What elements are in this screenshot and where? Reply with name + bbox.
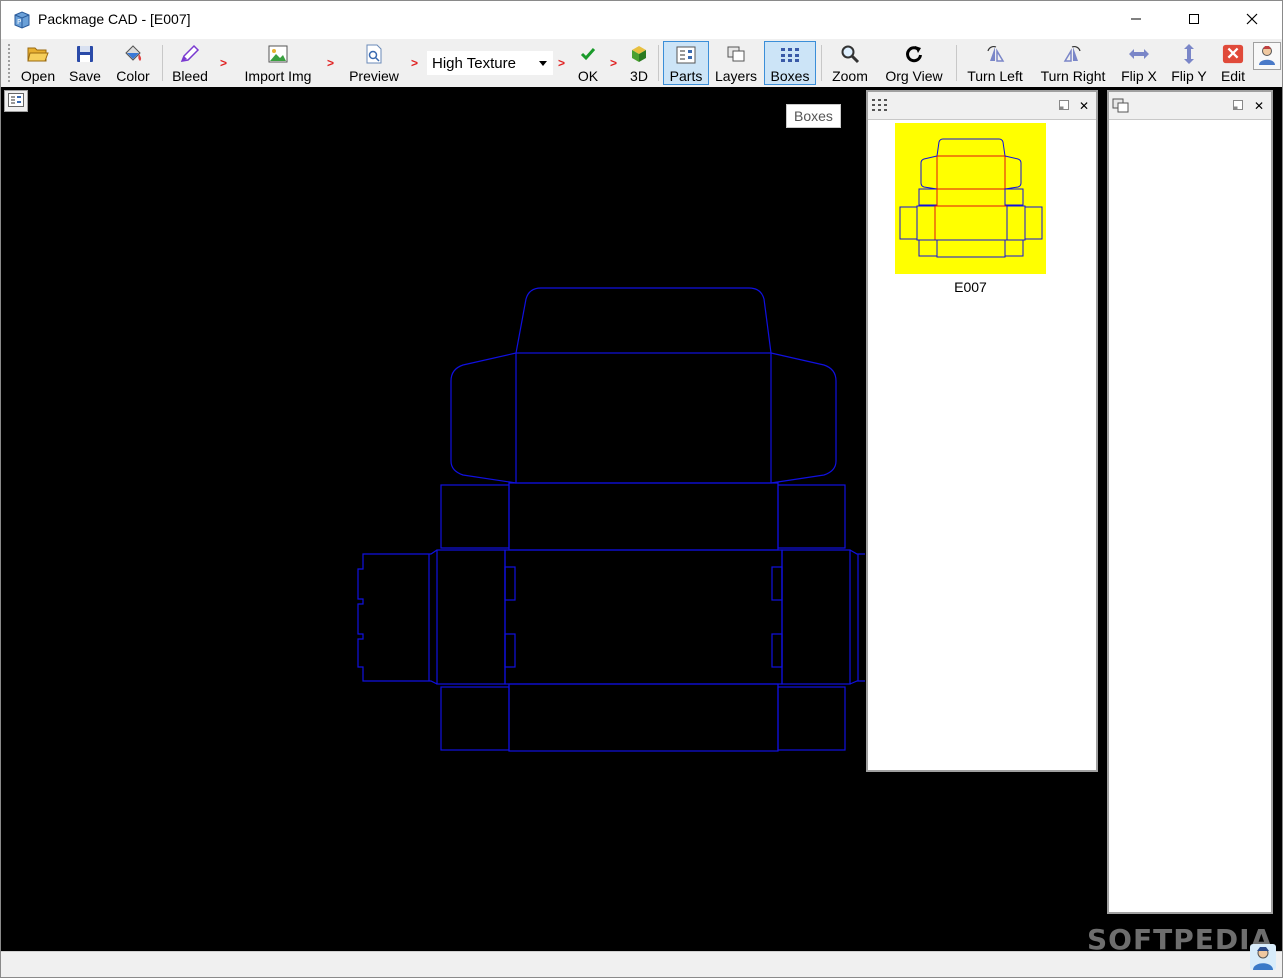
minimize-icon	[1130, 12, 1142, 28]
box-thumbnail-e007[interactable]	[895, 123, 1046, 274]
image-import-icon	[267, 43, 289, 65]
minimize-button[interactable]	[1107, 1, 1165, 39]
rotate-left-icon	[984, 43, 1006, 65]
bleed-button[interactable]: Bleed	[169, 41, 211, 85]
step-arrow: >	[558, 56, 566, 70]
turn-left-button[interactable]: Turn Left	[963, 41, 1027, 85]
boxes-grid-icon	[871, 98, 889, 112]
org-view-button[interactable]: Org View	[881, 41, 947, 85]
open-button[interactable]: Open	[17, 41, 59, 85]
boxes-panel-header[interactable]: ✕	[868, 92, 1096, 120]
pencil-bleed-icon	[179, 43, 201, 65]
box-thumbnail-drawing	[899, 138, 1043, 258]
step-arrow: >	[610, 56, 618, 70]
dieline-lid-panel	[515, 352, 772, 484]
step-arrow: >	[327, 56, 335, 70]
rotate-right-icon	[1062, 43, 1084, 65]
packmage-app-icon: P	[12, 10, 32, 30]
toolbar-separator	[162, 45, 163, 81]
dieline-lid-left-flap	[450, 352, 517, 484]
import-img-button[interactable]: Import Img	[237, 41, 319, 85]
color-button[interactable]: Color	[111, 41, 155, 85]
dieline-lid-right-flap	[770, 352, 837, 484]
dieline-front-right-ear	[777, 686, 846, 751]
flip-vertical-icon	[1178, 43, 1200, 65]
layers-stack-icon	[725, 43, 747, 65]
maximize-icon	[1188, 12, 1200, 28]
dieline-slot	[771, 566, 783, 601]
user-profile-button[interactable]	[1253, 42, 1281, 70]
dieline-base-panel	[504, 549, 783, 685]
chevron-down-icon	[539, 61, 547, 66]
float-window-icon	[1232, 99, 1244, 113]
ok-button[interactable]: OK	[573, 41, 603, 85]
boxes-button[interactable]: Boxes	[764, 41, 816, 85]
boxes-panel: ✕ E007	[866, 90, 1098, 772]
flip-x-button[interactable]: Flip X	[1117, 41, 1161, 85]
parts-button[interactable]: Parts	[663, 41, 709, 85]
main-toolbar: Open Save Color Bleed > Import Img > Pre…	[1, 39, 1282, 121]
3d-button[interactable]: 3D	[625, 41, 653, 85]
close-icon	[1246, 12, 1258, 28]
svg-text:P: P	[17, 18, 21, 26]
close-window-button[interactable]	[1223, 1, 1281, 39]
boxes-panel-close-button[interactable]: ✕	[1077, 99, 1091, 113]
cube-3d-icon	[628, 43, 650, 65]
maximize-button[interactable]	[1165, 1, 1223, 39]
title-bar[interactable]: P Packmage CAD - [E007]	[1, 1, 1282, 39]
toolbar-separator	[821, 45, 822, 81]
toolbar-separator	[658, 45, 659, 81]
dieline-back-right-ear	[777, 484, 846, 549]
preview-button[interactable]: Preview	[344, 41, 404, 85]
refresh-org-view-icon	[903, 43, 925, 65]
checkmark-icon	[577, 43, 599, 65]
layers-panel: ✕	[1107, 90, 1273, 914]
toolbar-grip[interactable]	[7, 43, 11, 83]
dieline-left-side-wall	[436, 549, 506, 685]
dieline-right-side-wall	[781, 549, 851, 685]
dieline-front-panel	[508, 683, 779, 752]
flip-horizontal-icon	[1128, 43, 1150, 65]
layers-button[interactable]: Layers	[711, 41, 761, 85]
folder-open-icon	[27, 43, 49, 65]
floppy-save-icon	[74, 43, 96, 65]
dieline-front-left-ear	[440, 686, 510, 751]
dieline-left-inner-wall	[357, 549, 438, 685]
magnifier-zoom-icon	[839, 43, 861, 65]
save-button[interactable]: Save	[65, 41, 105, 85]
boxes-panel-float-button[interactable]	[1057, 99, 1071, 113]
app-window: P Packmage CAD - [E007] Open Save Color	[0, 0, 1283, 978]
layers-panel-float-button[interactable]	[1231, 99, 1245, 113]
dieline-back-panel	[508, 482, 779, 551]
step-arrow: >	[220, 56, 228, 70]
turn-right-button[interactable]: Turn Right	[1035, 41, 1111, 85]
flip-y-button[interactable]: Flip Y	[1167, 41, 1211, 85]
zoom-button[interactable]: Zoom	[827, 41, 873, 85]
boxes-grid-icon	[779, 44, 801, 65]
user-mascot-icon	[1249, 943, 1277, 971]
float-window-icon	[1058, 99, 1070, 113]
edit-button[interactable]: Edit	[1217, 41, 1249, 85]
dieline-top-tuck-flap	[515, 287, 772, 354]
window-title: Packmage CAD - [E007]	[38, 11, 191, 27]
layers-panel-header[interactable]: ✕	[1109, 92, 1271, 120]
dieline-back-left-ear	[440, 484, 510, 549]
dieline-slot	[504, 633, 516, 668]
texture-quality-select[interactable]: High Texture	[427, 51, 553, 75]
texture-quality-value: High Texture	[432, 54, 516, 72]
dieline-slot	[771, 633, 783, 668]
dieline-slot	[504, 566, 516, 601]
box-thumbnail-label: E007	[954, 279, 987, 295]
step-arrow: >	[411, 56, 419, 70]
boxes-tooltip: Boxes	[786, 104, 841, 128]
layers-panel-close-button[interactable]: ✕	[1252, 99, 1266, 113]
toolbar-separator	[956, 45, 957, 81]
edit-close-icon	[1222, 43, 1244, 65]
user-avatar-icon	[1257, 44, 1277, 69]
softpedia-watermark: SOFTPEDIA	[1087, 923, 1274, 956]
parts-list-icon	[675, 44, 697, 65]
layers-stack-icon	[1112, 98, 1130, 113]
preview-page-icon	[363, 43, 385, 65]
paint-bucket-icon	[122, 43, 144, 65]
